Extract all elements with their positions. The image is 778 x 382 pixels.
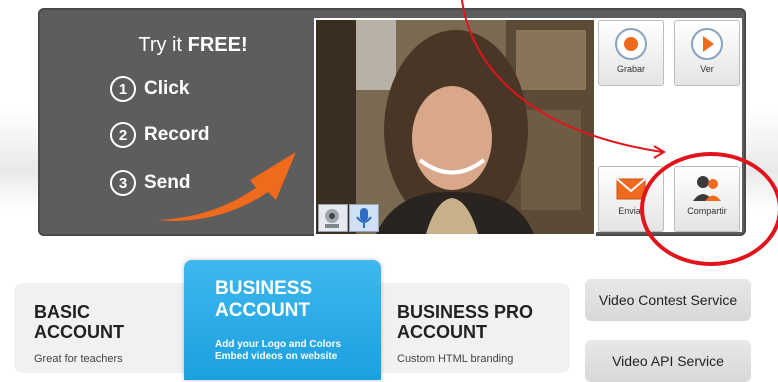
try-free-heading: Try it FREE! bbox=[138, 34, 248, 56]
orange-arrow-icon bbox=[158, 152, 296, 221]
basic-plan-title[interactable]: BASIC ACCOUNT bbox=[34, 302, 164, 342]
step-record: 2 Record bbox=[110, 122, 209, 148]
record-button[interactable]: Grabar bbox=[598, 20, 664, 86]
microphone-toggle-button[interactable] bbox=[349, 204, 379, 232]
step-label: Click bbox=[144, 78, 190, 99]
video-api-button[interactable]: Video API Service bbox=[585, 340, 751, 382]
step-label: Record bbox=[144, 124, 210, 145]
webcam-icon bbox=[325, 209, 339, 228]
webcam-image bbox=[316, 20, 594, 234]
step-number: 1 bbox=[110, 76, 136, 102]
business-pro-plan-title[interactable]: BUSINESS PRO ACCOUNT bbox=[397, 302, 557, 342]
basic-plan-desc: Great for teachers bbox=[34, 353, 123, 365]
business-plan-card[interactable]: BUSINESS ACCOUNT Add your Logo and Color… bbox=[184, 260, 381, 380]
video-contest-button[interactable]: Video Contest Service bbox=[585, 279, 751, 321]
highlight-circle bbox=[640, 152, 778, 266]
step-number: 2 bbox=[110, 122, 136, 148]
play-icon bbox=[691, 28, 723, 60]
step-click: 1 Click bbox=[110, 76, 189, 102]
microphone-icon bbox=[356, 208, 372, 228]
business-plan-title: BUSINESS ACCOUNT bbox=[215, 278, 313, 321]
step-number: 3 bbox=[110, 170, 136, 196]
view-button[interactable]: Ver bbox=[674, 20, 740, 86]
record-icon bbox=[615, 28, 647, 60]
webcam-preview bbox=[314, 18, 596, 236]
business-pro-plan-desc: Custom HTML branding bbox=[397, 353, 514, 365]
view-label: Ver bbox=[700, 64, 714, 74]
camera-toggle-button[interactable] bbox=[318, 204, 348, 232]
business-plan-desc: Add your Logo and Colors Embed videos on… bbox=[215, 339, 342, 362]
record-label: Grabar bbox=[616, 64, 645, 74]
